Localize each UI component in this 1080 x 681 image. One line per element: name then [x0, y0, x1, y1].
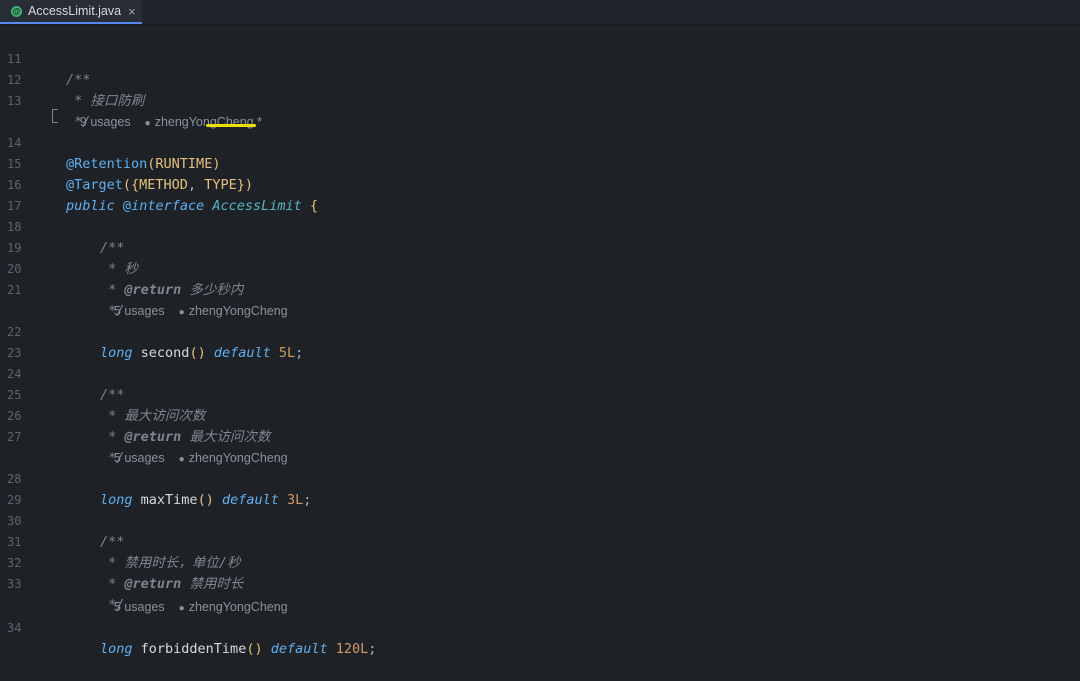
code-line: 33 */ — [0, 553, 1080, 613]
code-line: 14 @Retention(RUNTIME) — [0, 112, 1080, 172]
code-line: 29 — [0, 469, 1080, 507]
code-line: 20 * @return 多少秒内 — [0, 238, 1080, 298]
code-line: 16 public @interface AccessLimit { — [0, 154, 1080, 214]
code-line: 23 — [0, 322, 1080, 360]
line-number: 34 — [7, 621, 22, 635]
code-line: 28 long maxTime() default 3L; — [0, 448, 1080, 508]
fold-marker-icon[interactable] — [52, 109, 58, 123]
line-number: 33 — [7, 577, 22, 591]
code-line: 31 * 禁用时长，单位/秒 — [0, 511, 1080, 571]
code-line: 27 */ — [0, 406, 1080, 466]
tab-title: AccessLimit.java — [28, 4, 122, 18]
code-line: 15 @Target({METHOD, TYPE}) — [0, 133, 1080, 193]
code-line: 19 * 秒 — [0, 217, 1080, 277]
keyword: long — [100, 641, 133, 657]
code-line: 30 /** — [0, 490, 1080, 550]
code-line: 11 /** — [0, 28, 1080, 88]
annotation-file-icon: @ — [11, 5, 22, 17]
line-number: 27 — [7, 430, 22, 444]
line-number: 13 — [7, 94, 22, 108]
line-number: 21 — [7, 283, 22, 297]
highlight-underline — [206, 124, 256, 127]
close-icon[interactable]: × — [128, 4, 136, 19]
code-line: 34 long forbiddenTime() default 120L; — [0, 597, 1080, 657]
keyword: default — [270, 641, 328, 657]
number-literal: 120L — [335, 641, 369, 657]
code-line: 21 */ — [0, 259, 1080, 319]
code-line: 26 * @return 最大访问次数 — [0, 385, 1080, 445]
code-line: 18 /** — [0, 196, 1080, 256]
method-name: forbiddenTime — [140, 641, 247, 657]
code-line: 12 * 接口防刷 — [0, 49, 1080, 109]
code-line: 13 */ — [0, 70, 1080, 130]
tab-accesslimit-java[interactable]: @ AccessLimit.java × — [0, 0, 142, 24]
code-line: 32 * @return 禁用时长 — [0, 532, 1080, 592]
code-editor[interactable]: 11 /** 12 * 接口防刷 13 */ 9 usages ● zhengYon… — [0, 28, 1080, 657]
code-line: 24 /** — [0, 343, 1080, 403]
code-line: 22 long second() default 5L; — [0, 301, 1080, 361]
editor-tab-bar: @ AccessLimit.java × — [0, 0, 1080, 25]
code-line: 17 — [0, 175, 1080, 213]
code-line: 25 * 最大访问次数 — [0, 364, 1080, 424]
